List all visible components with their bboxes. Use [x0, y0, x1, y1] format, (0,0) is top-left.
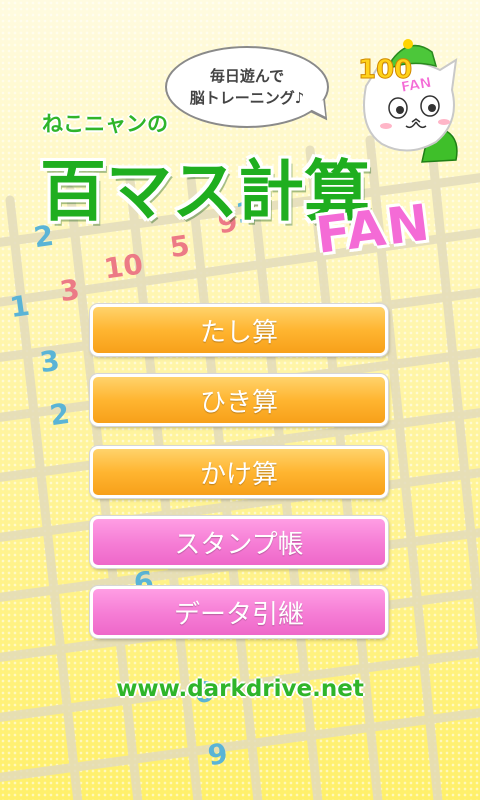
website-link[interactable]: www.darkdrive.net — [0, 676, 480, 702]
addition-button[interactable]: たし算 — [90, 304, 388, 356]
speech-bubble: 毎日遊んで 脳トレーニング♪ — [165, 46, 329, 128]
speech-bubble-line1: 毎日遊んで — [209, 67, 285, 85]
data-transfer-button[interactable]: データ引継 — [90, 586, 388, 638]
stamp-book-button[interactable]: スタンプ帳 — [90, 516, 388, 568]
logo-subtitle: ねこニャンの — [42, 112, 168, 136]
multiplication-button[interactable]: かけ算 — [90, 446, 388, 498]
subtraction-button[interactable]: ひき算 — [90, 374, 388, 426]
cat-mascot-icon: 100 FAN — [358, 39, 458, 163]
bg-number: 10 — [101, 247, 146, 286]
speech-bubble-line2: 脳トレーニング♪ — [189, 89, 305, 107]
